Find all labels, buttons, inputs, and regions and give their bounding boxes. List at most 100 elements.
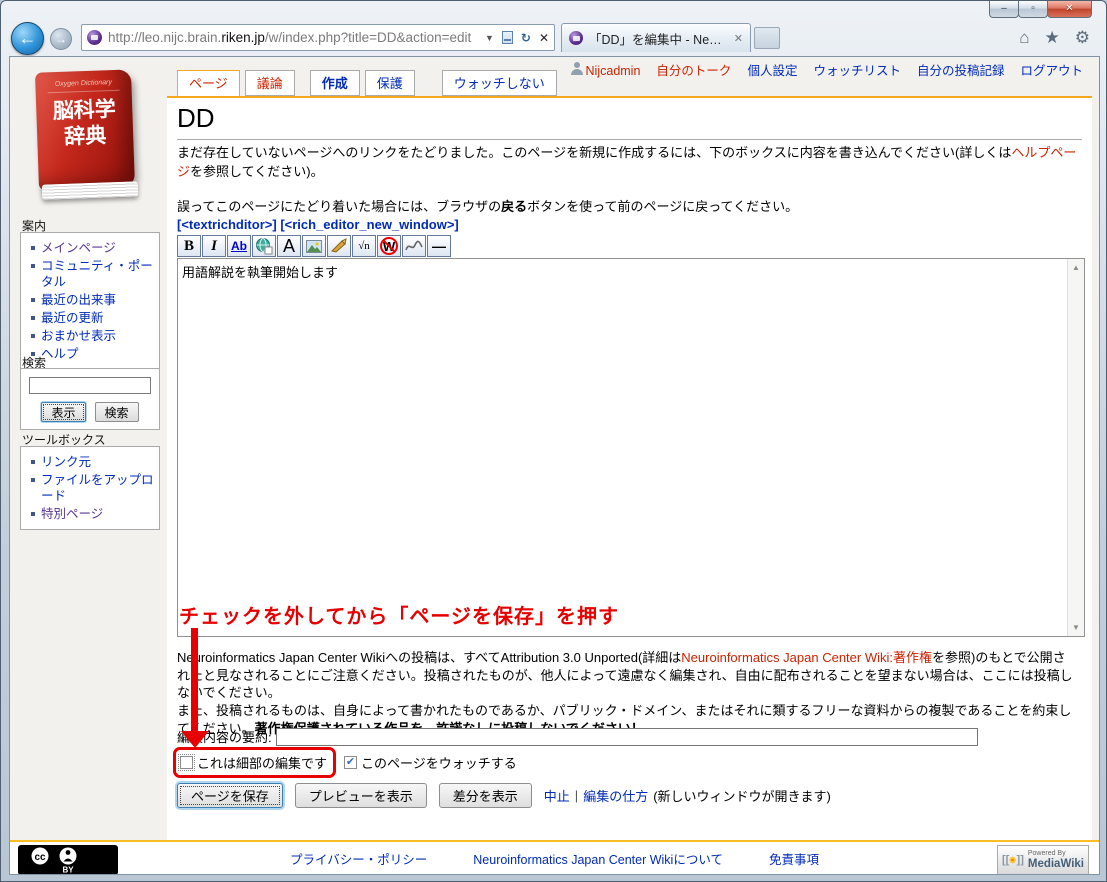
cc-by-license-badge[interactable]: cc BY <box>18 845 118 875</box>
sidebar-link[interactable]: コミュニティ・ポータル <box>41 259 153 289</box>
sidebar-link[interactable]: ヘルプ <box>41 347 79 361</box>
toolbox-item-upload[interactable]: ファイルをアップロード <box>27 471 155 505</box>
headline-icon[interactable]: A <box>277 235 301 257</box>
about-wiki-link[interactable]: Neuroinformatics Japan Center Wikiについて <box>473 849 723 868</box>
copyright-policy-link[interactable]: Neuroinformatics Japan Center Wiki:著作権 <box>681 650 932 665</box>
internal-link-icon[interactable]: Ab <box>227 235 251 257</box>
browser-tab[interactable]: 「DD」を編集中 - Neuroi... ✕ <box>561 23 751 52</box>
text-editor-link[interactable]: [<textrichditor>] <box>177 217 277 232</box>
logo-book-pages <box>42 181 138 199</box>
maximize-button[interactable]: ▫ <box>1018 1 1048 18</box>
compatibility-view-icon[interactable] <box>502 31 513 44</box>
tab-protect[interactable]: 保護 <box>365 70 415 96</box>
address-bar[interactable]: http://leo.nijc.brain.riken.jp/w/index.p… <box>81 24 555 51</box>
sidebar-item-help[interactable]: ヘルプ <box>27 345 155 363</box>
refresh-icon[interactable]: ↻ <box>521 31 531 45</box>
tools-gear-icon[interactable]: ⚙ <box>1075 28 1090 48</box>
wikitext-textarea[interactable]: 用語解説を執筆開始します <box>178 259 1067 636</box>
forward-button[interactable]: → <box>50 28 72 50</box>
my-talk-link[interactable]: 自分のトーク <box>656 60 731 79</box>
cancel-link[interactable]: 中止 <box>544 786 570 805</box>
sidebar-item-random-page[interactable]: おまかせ表示 <box>27 327 155 345</box>
disclaimer-link[interactable]: 免責事項 <box>769 849 819 868</box>
wiki-logo[interactable]: Oxygen Dictionary 脳科学 辞典 <box>32 67 142 209</box>
window-controls: – ▫ ✕ <box>990 1 1092 18</box>
external-link-icon[interactable] <box>252 235 276 257</box>
toolbox-item-specialpages[interactable]: 特別ページ <box>27 505 155 523</box>
close-button[interactable]: ✕ <box>1047 1 1092 18</box>
stop-icon[interactable]: ✕ <box>539 31 549 45</box>
toolbox-item-whatlinkshere[interactable]: リンク元 <box>27 453 155 471</box>
toolbox-link[interactable]: リンク元 <box>41 455 91 469</box>
browser-toolbar-icons: ⌂ ★ ⚙ <box>1019 28 1090 48</box>
checkmark-icon: ✔ <box>346 757 355 768</box>
tab-unwatch[interactable]: ウォッチしない <box>442 70 557 96</box>
main-content: DD まだ存在していないページへのリンクをたどりました。このページを新規に作成す… <box>167 96 1092 840</box>
trumpet-graphic <box>330 238 348 254</box>
tab-create[interactable]: 作成 <box>310 70 360 96</box>
bold-icon[interactable]: B <box>177 235 201 257</box>
media-file-link-icon[interactable] <box>327 235 351 257</box>
sidebar-link[interactable]: 最近の出来事 <box>41 293 116 307</box>
tab-page[interactable]: ページ <box>177 70 240 96</box>
home-icon[interactable]: ⌂ <box>1019 28 1029 48</box>
new-tab-button[interactable] <box>754 27 780 49</box>
browser-window: – ▫ ✕ ← → http://leo.nijc.brain.riken.jp… <box>0 0 1107 882</box>
headline-glyph: A <box>283 236 295 257</box>
logout-link[interactable]: ログアウト <box>1020 60 1083 79</box>
signature-icon[interactable] <box>402 235 426 257</box>
sidebar-item-current-events[interactable]: 最近の出来事 <box>27 291 155 309</box>
wiki-tabs: ページ 議論 作成 保護 ウォッチしない <box>177 74 562 96</box>
sidebar-item-mainpage[interactable]: メインページ <box>27 239 155 257</box>
save-page-button[interactable]: ページを保存 <box>177 783 283 808</box>
math-formula-icon[interactable]: √n <box>352 235 376 257</box>
tab-favicon <box>569 31 583 45</box>
rich-editor-link[interactable]: [<rich_editor_new_window>] <box>280 217 458 232</box>
page-title: DD <box>177 103 1082 140</box>
back-button[interactable]: ← <box>11 22 44 55</box>
copyright-notice: Neuroinformatics Japan Center Wikiへの投稿は、… <box>177 649 1076 737</box>
watch-label[interactable]: このページをウォッチする <box>361 753 517 772</box>
sidebar-item-recent-changes[interactable]: 最近の更新 <box>27 309 155 327</box>
watchlist-link[interactable]: ウォッチリスト <box>813 60 901 79</box>
show-changes-button[interactable]: 差分を表示 <box>439 783 532 808</box>
contributions-link[interactable]: 自分の投稿記録 <box>917 60 1005 79</box>
editor-switch-links: [<textrichditor>] [<rich_editor_new_wind… <box>177 217 459 232</box>
minor-edit-checkbox[interactable] <box>180 756 193 769</box>
search-input[interactable] <box>29 377 151 394</box>
tab-close-icon[interactable]: ✕ <box>734 32 743 45</box>
minimize-button[interactable]: – <box>989 1 1019 18</box>
italic-icon[interactable]: I <box>202 235 226 257</box>
sidebar-link[interactable]: おまかせ表示 <box>41 329 116 343</box>
back-arrow-icon: ← <box>19 28 37 49</box>
favorites-star-icon[interactable]: ★ <box>1045 28 1060 48</box>
editing-help-link[interactable]: 編集の仕方 <box>583 786 648 805</box>
page-viewport: Nijcadmin 自分のトーク 個人設定 ウォッチリスト 自分の投稿記録 ログ… <box>9 56 1100 875</box>
minor-edit-label[interactable]: これは細部の編集です <box>197 753 327 772</box>
toolbox-link[interactable]: 特別ページ <box>41 507 103 521</box>
show-preview-button[interactable]: プレビューを表示 <box>295 783 427 808</box>
nowiki-icon[interactable]: W <box>377 235 401 257</box>
preferences-link[interactable]: 個人設定 <box>747 60 797 79</box>
search-button[interactable]: 検索 <box>95 402 139 422</box>
sidebar-item-community-portal[interactable]: コミュニティ・ポータル <box>27 257 155 291</box>
mediawiki-badge[interactable]: [[ ]] Powered By MediaWiki <box>997 845 1089 875</box>
watch-checkbox[interactable]: ✔ <box>344 756 357 769</box>
username-link[interactable]: Nijcadmin <box>586 64 641 78</box>
tab-talk[interactable]: 議論 <box>245 70 295 96</box>
image-graphic <box>306 240 322 253</box>
embedded-image-icon[interactable] <box>302 235 326 257</box>
user-page-link[interactable]: Nijcadmin <box>571 62 641 78</box>
summary-input[interactable] <box>276 728 978 746</box>
url-dropdown-icon[interactable]: ▼ <box>485 33 494 43</box>
scroll-up-icon[interactable]: ▲ <box>1068 259 1084 276</box>
back-hint-text-end: ボタンを使って前のページに戻ってください。 <box>527 199 798 214</box>
toolbox-link[interactable]: ファイルをアップロード <box>41 473 154 503</box>
sidebar-link[interactable]: メインページ <box>41 241 116 255</box>
sidebar-link[interactable]: 最近の更新 <box>41 311 104 325</box>
privacy-policy-link[interactable]: プライバシー・ポリシー <box>290 849 427 868</box>
search-go-button[interactable]: 表示 <box>41 402 85 422</box>
scroll-down-icon[interactable]: ▼ <box>1068 619 1084 636</box>
textarea-scrollbar[interactable]: ▲ ▼ <box>1067 259 1084 636</box>
horizontal-line-icon[interactable]: — <box>427 235 451 257</box>
